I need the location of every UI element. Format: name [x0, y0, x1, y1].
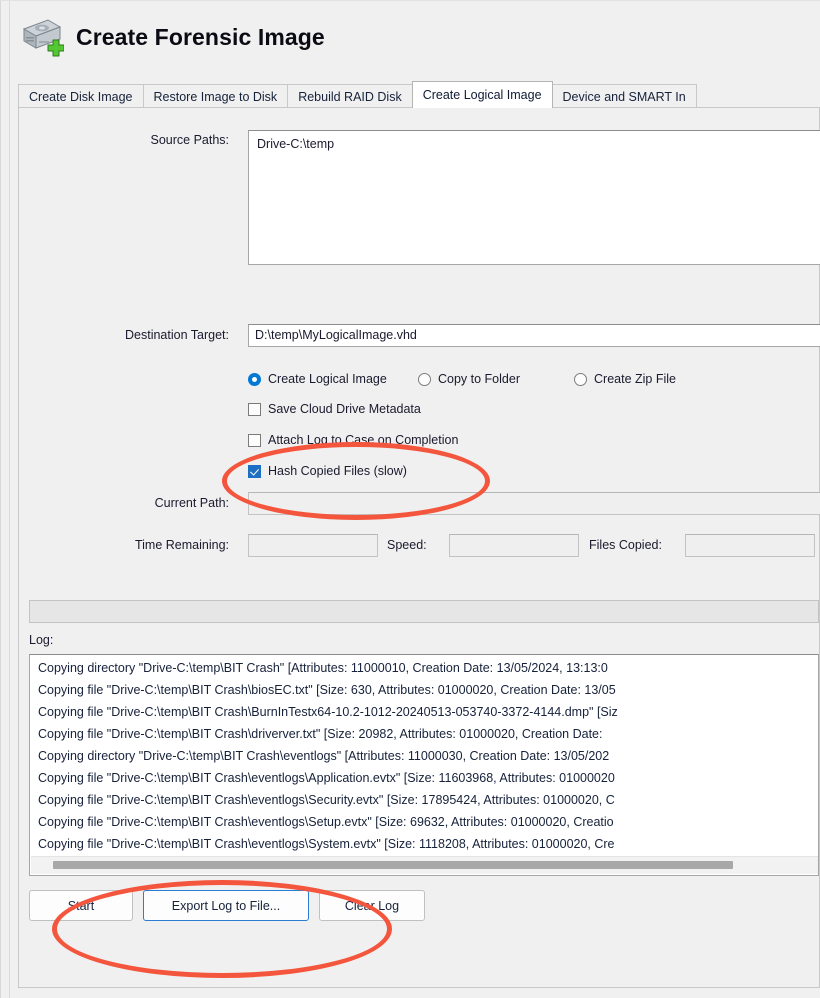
- log-horizontal-scrollbar[interactable]: [31, 856, 818, 874]
- log-line: Copying file "Drive-C:\temp\BIT Crash\dr…: [38, 727, 603, 741]
- log-line: Copying file "Drive-C:\temp\BIT Crash\ev…: [38, 837, 615, 851]
- progress-bar: [29, 600, 819, 623]
- log-lines: Copying directory "Drive-C:\temp\BIT Cra…: [30, 657, 818, 855]
- current-path-value: [248, 492, 820, 515]
- radio-create-logical-image[interactable]: Create Logical Image: [248, 372, 418, 386]
- radio-label: Copy to Folder: [438, 372, 520, 386]
- tab-restore-image-to-disk[interactable]: Restore Image to Disk: [142, 84, 289, 108]
- checkbox-label: Hash Copied Files (slow): [268, 464, 407, 478]
- log-line: Copying file "Drive-C:\temp\BIT Crash\ev…: [38, 815, 614, 829]
- current-path-label: Current Path:: [154, 496, 229, 510]
- radio-label: Create Zip File: [594, 372, 676, 386]
- tab-device-and-smart-info[interactable]: Device and SMART In: [551, 84, 697, 108]
- checkbox-label: Save Cloud Drive Metadata: [268, 402, 421, 416]
- tab-create-logical-image[interactable]: Create Logical Image: [411, 81, 553, 108]
- dialog-header: Create Forensic Image: [18, 15, 325, 59]
- checkbox-attach-log-to-case-on-completion[interactable]: Attach Log to Case on Completion: [248, 433, 458, 447]
- source-paths-input[interactable]: Drive-C:\temp: [248, 130, 820, 265]
- checkbox-label: Attach Log to Case on Completion: [268, 433, 459, 447]
- time-remaining-value: [248, 534, 378, 557]
- speed-value: [449, 534, 579, 557]
- log-scrollbar-thumb[interactable]: [53, 861, 733, 869]
- tab-create-disk-image[interactable]: Create Disk Image: [18, 84, 144, 108]
- hard-drive-add-icon: [18, 15, 65, 59]
- log-line: Copying directory "Drive-C:\temp\BIT Cra…: [38, 661, 608, 675]
- create-logical-image-panel: Source Paths: Drive-C:\temp Destination …: [18, 108, 820, 988]
- log-label: Log:: [29, 633, 54, 647]
- dialog-button-row: Start Export Log to File... Clear Log: [29, 890, 425, 921]
- source-paths-label: Source Paths:: [150, 133, 229, 147]
- log-line: Copying file "Drive-C:\temp\BIT Crash\ev…: [38, 771, 615, 785]
- speed-label: Speed:: [387, 538, 427, 552]
- files-copied-label: Files Copied:: [589, 538, 662, 552]
- output-mode-radio-group: Create Logical Image Copy to Folder Crea…: [248, 372, 676, 386]
- export-log-to-file-button[interactable]: Export Log to File...: [143, 890, 309, 921]
- radio-on-icon: [248, 372, 261, 386]
- radio-off-icon: [418, 372, 431, 386]
- radio-copy-to-folder[interactable]: Copy to Folder: [418, 372, 574, 386]
- log-list[interactable]: Copying directory "Drive-C:\temp\BIT Cra…: [29, 654, 819, 876]
- window-edge-left-outer: [0, 0, 1, 998]
- checkbox-off-icon: [248, 402, 261, 416]
- page-title: Create Forensic Image: [76, 23, 325, 50]
- checkbox-off-icon: [248, 433, 261, 447]
- tab-strip: Create Disk Image Restore Image to Disk …: [18, 81, 820, 108]
- log-line: Copying file "Drive-C:\temp\BIT Crash\bi…: [38, 683, 616, 697]
- time-remaining-label: Time Remaining:: [134, 538, 229, 552]
- start-button[interactable]: Start: [29, 890, 133, 921]
- radio-create-zip-file[interactable]: Create Zip File: [574, 372, 676, 386]
- destination-target-input[interactable]: D:\temp\MyLogicalImage.vhd: [248, 324, 820, 347]
- files-copied-value: [685, 534, 815, 557]
- tab-rebuild-raid-disk[interactable]: Rebuild RAID Disk: [287, 84, 413, 108]
- log-line: Copying file "Drive-C:\temp\BIT Crash\Bu…: [38, 705, 618, 719]
- checkbox-hash-copied-files[interactable]: Hash Copied Files (slow): [248, 464, 407, 478]
- checkbox-save-cloud-drive-metadata[interactable]: Save Cloud Drive Metadata: [248, 402, 421, 416]
- radio-off-icon: [574, 372, 587, 386]
- log-line: Copying file "Drive-C:\temp\BIT Crash\ev…: [38, 793, 615, 807]
- log-line: Copying directory "Drive-C:\temp\BIT Cra…: [38, 749, 610, 763]
- destination-target-label: Destination Target:: [125, 328, 229, 342]
- radio-label: Create Logical Image: [268, 372, 387, 386]
- checkbox-on-icon: [248, 464, 261, 478]
- dialog-body: Create Forensic Image Create Disk Image …: [10, 1, 820, 998]
- clear-log-button[interactable]: Clear Log: [319, 890, 425, 921]
